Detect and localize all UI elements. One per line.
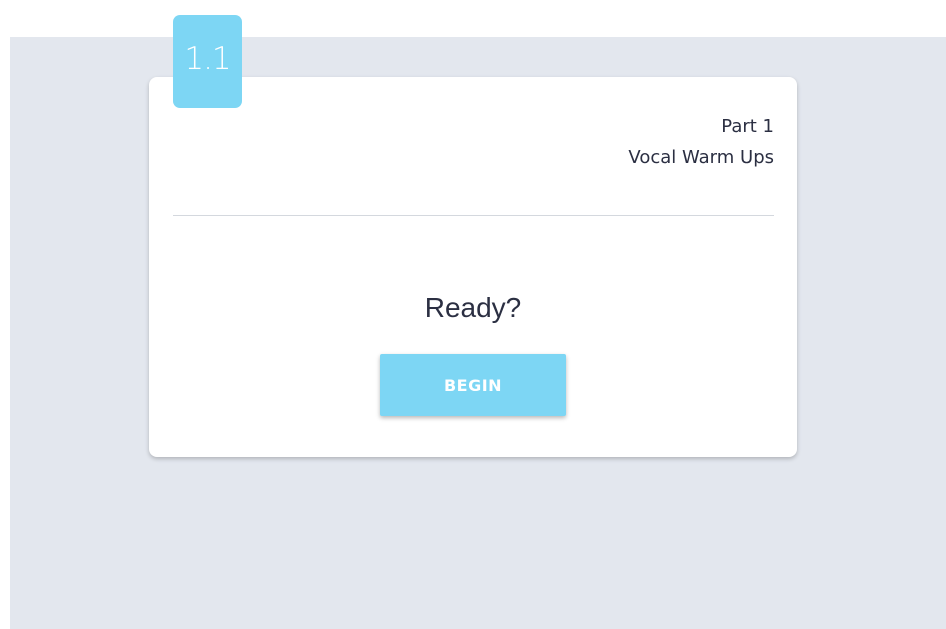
section-title: Vocal Warm Ups bbox=[628, 147, 774, 168]
part-heading: Part 1 Vocal Warm Ups bbox=[628, 111, 774, 173]
part-label: Part 1 bbox=[721, 116, 774, 137]
ready-prompt: Ready? bbox=[424, 292, 522, 323]
lesson-card: Part 1 Vocal Warm Ups Ready? BEGIN bbox=[149, 77, 797, 457]
divider bbox=[173, 215, 774, 216]
lesson-number-badge: 1.1 bbox=[173, 15, 242, 108]
begin-button[interactable]: BEGIN bbox=[380, 354, 566, 416]
